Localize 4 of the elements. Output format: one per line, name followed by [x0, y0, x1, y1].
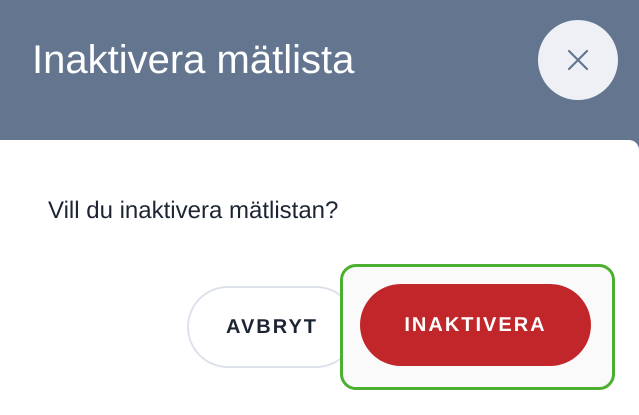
close-icon — [567, 49, 589, 71]
dialog-title: Inaktivera mätlista — [32, 37, 354, 84]
dialog-message: Vill du inaktivera mätlistan? — [48, 196, 340, 226]
action-button[interactable]: INAKTIVERA — [360, 284, 591, 366]
